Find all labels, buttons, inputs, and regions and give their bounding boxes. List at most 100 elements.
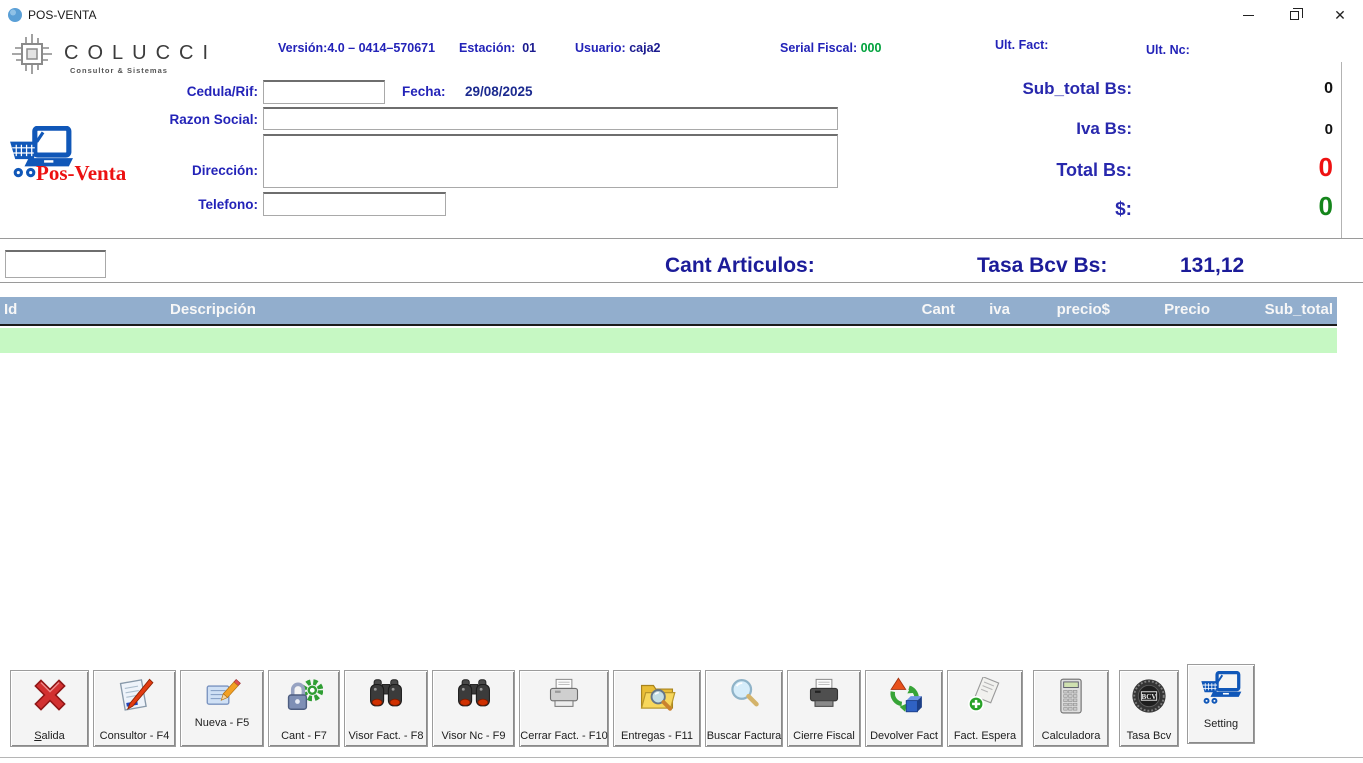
visor-nc-label: Visor Nc - F9 xyxy=(433,730,514,742)
cierre-fiscal-button[interactable]: Cierre Fiscal xyxy=(787,670,861,747)
bottom-divider xyxy=(0,757,1363,758)
app-sphere-icon xyxy=(7,7,23,23)
notepad-pen-icon xyxy=(116,677,154,713)
telefono-label: Telefono: xyxy=(128,197,258,212)
window-title: POS-VENTA xyxy=(28,8,96,22)
grid-empty-row xyxy=(0,328,1337,353)
buscar-factura-button[interactable]: Buscar Factura xyxy=(705,670,783,747)
consultor-label: Consultor - F4 xyxy=(94,730,175,742)
salida-button[interactable]: Salida xyxy=(10,670,89,747)
scan-input[interactable] xyxy=(5,250,106,278)
iva-value: 0 xyxy=(1203,121,1333,138)
entregas-label: Entregas - F11 xyxy=(614,730,700,742)
printer-dark-icon xyxy=(806,677,842,711)
ult-fact-label: Ult. Fact: xyxy=(995,38,1048,52)
brand-name: Pos-Venta xyxy=(36,161,126,186)
user-label: Usuario: caja2 xyxy=(575,41,660,55)
close-icon: ✕ xyxy=(1334,8,1346,22)
subtotal-label: Sub_total Bs: xyxy=(900,79,1132,99)
tasa-bcv-button[interactable]: BCV Tasa Bcv xyxy=(1119,670,1179,747)
cant-button[interactable]: Cant - F7 xyxy=(268,670,340,747)
total-value: 0 xyxy=(1203,152,1333,183)
bcv-coin-icon: BCV xyxy=(1130,677,1168,715)
cierre-fiscal-label: Cierre Fiscal xyxy=(788,730,860,742)
tasa-bcv-label: Tasa Bcv Bs: xyxy=(977,254,1107,278)
tasa-bcv-label: Tasa Bcv xyxy=(1120,730,1178,742)
document-plus-icon xyxy=(966,677,1004,713)
razon-social-label: Razon Social: xyxy=(128,112,258,127)
red-x-icon xyxy=(31,677,69,713)
devolver-fact-button[interactable]: Devolver Fact xyxy=(865,670,943,747)
calculator-icon xyxy=(1053,677,1089,715)
magnifier-icon xyxy=(727,677,761,711)
devolver-fact-label: Devolver Fact xyxy=(866,730,942,742)
printer-icon xyxy=(546,677,582,711)
usd-value: 0 xyxy=(1203,191,1333,222)
lock-gear-icon xyxy=(285,677,323,713)
fecha-value: 29/08/2025 xyxy=(465,84,533,99)
svg-text:BCV: BCV xyxy=(1141,693,1157,701)
direccion-input[interactable] xyxy=(263,134,838,188)
logo-name: COLUCCI xyxy=(64,42,217,65)
razon-social-input[interactable] xyxy=(263,107,838,130)
visor-nc-button[interactable]: Visor Nc - F9 xyxy=(432,670,515,747)
cerrar-fact-label: Cerrar Fact. - F10 xyxy=(520,730,608,742)
pos-venta-window: POS-VENTA ✕ COLUCCI Consultor & Sistemas… xyxy=(0,0,1363,763)
col-sub-total: Sub_total xyxy=(1230,301,1333,318)
visor-fact-label: Visor Fact. - F8 xyxy=(345,730,427,742)
visor-fact-button[interactable]: Visor Fact. - F8 xyxy=(344,670,428,747)
nueva-button[interactable]: Nueva - F5 xyxy=(180,670,264,747)
binoculars-icon xyxy=(455,677,493,711)
close-button[interactable]: ✕ xyxy=(1317,0,1363,30)
col-precio: Precio xyxy=(1130,301,1210,318)
cedula-input[interactable] xyxy=(263,80,385,104)
cerrar-fact-button[interactable]: Cerrar Fact. - F10 xyxy=(519,670,609,747)
tasa-bcv-value: 131,12 xyxy=(1180,254,1244,278)
iva-label: Iva Bs: xyxy=(900,119,1132,139)
note-pencil-icon xyxy=(203,677,241,711)
fact-espera-label: Fact. Espera xyxy=(948,730,1022,742)
cant-articulos-label: Cant Articulos: xyxy=(665,254,815,278)
consultor-button[interactable]: Consultor - F4 xyxy=(93,670,176,747)
setting-label: Setting xyxy=(1188,718,1254,730)
restore-button[interactable] xyxy=(1271,0,1317,30)
serial-fiscal-label: Serial Fiscal: 000 xyxy=(780,41,881,55)
title-bar: POS-VENTA ✕ xyxy=(0,0,1363,30)
logo-tagline: Consultor & Sistemas xyxy=(70,66,168,75)
restore-icon xyxy=(1290,11,1299,20)
return-arrows-cube-icon xyxy=(885,677,923,713)
setting-button[interactable]: Setting xyxy=(1187,664,1255,744)
entregas-button[interactable]: Entregas - F11 xyxy=(613,670,701,747)
telefono-input[interactable] xyxy=(263,192,446,216)
colucci-logo: COLUCCI Consultor & Sistemas xyxy=(8,30,228,78)
station-label: Estación: 01 xyxy=(459,41,536,55)
subtotal-value: 0 xyxy=(1203,80,1333,98)
cart-laptop-icon xyxy=(1200,671,1242,707)
calculadora-label: Calculadora xyxy=(1034,730,1108,742)
nueva-label: Nueva - F5 xyxy=(181,717,263,729)
serial-fiscal-value: 000 xyxy=(861,41,882,55)
cpu-chip-icon xyxy=(8,30,56,78)
minimize-icon xyxy=(1243,15,1254,16)
folder-search-icon xyxy=(638,677,676,713)
col-precio-usd: precio$ xyxy=(1020,301,1110,318)
grid-header: Id Descripción Cant iva precio$ Precio S… xyxy=(0,297,1337,326)
station-value: 01 xyxy=(522,41,536,55)
cant-label: Cant - F7 xyxy=(269,730,339,742)
usd-label: $: xyxy=(900,199,1132,221)
fact-espera-button[interactable]: Fact. Espera xyxy=(947,670,1023,747)
user-value: caja2 xyxy=(629,41,660,55)
minimize-button[interactable] xyxy=(1225,0,1271,30)
version-label: Versión:4.0 – 0414–570671 xyxy=(278,41,435,55)
buscar-factura-label: Buscar Factura xyxy=(706,730,782,742)
binoculars-icon xyxy=(367,677,405,711)
col-id: Id xyxy=(4,301,17,318)
col-descripcion: Descripción xyxy=(170,301,256,318)
fecha-label: Fecha: xyxy=(402,84,446,99)
total-label: Total Bs: xyxy=(900,160,1132,181)
direccion-label: Dirección: xyxy=(128,163,258,178)
cedula-label: Cedula/Rif: xyxy=(128,84,258,99)
ult-nc-label: Ult. Nc: xyxy=(1146,43,1190,57)
col-iva: iva xyxy=(940,301,1010,318)
calculadora-button[interactable]: Calculadora xyxy=(1033,670,1109,747)
